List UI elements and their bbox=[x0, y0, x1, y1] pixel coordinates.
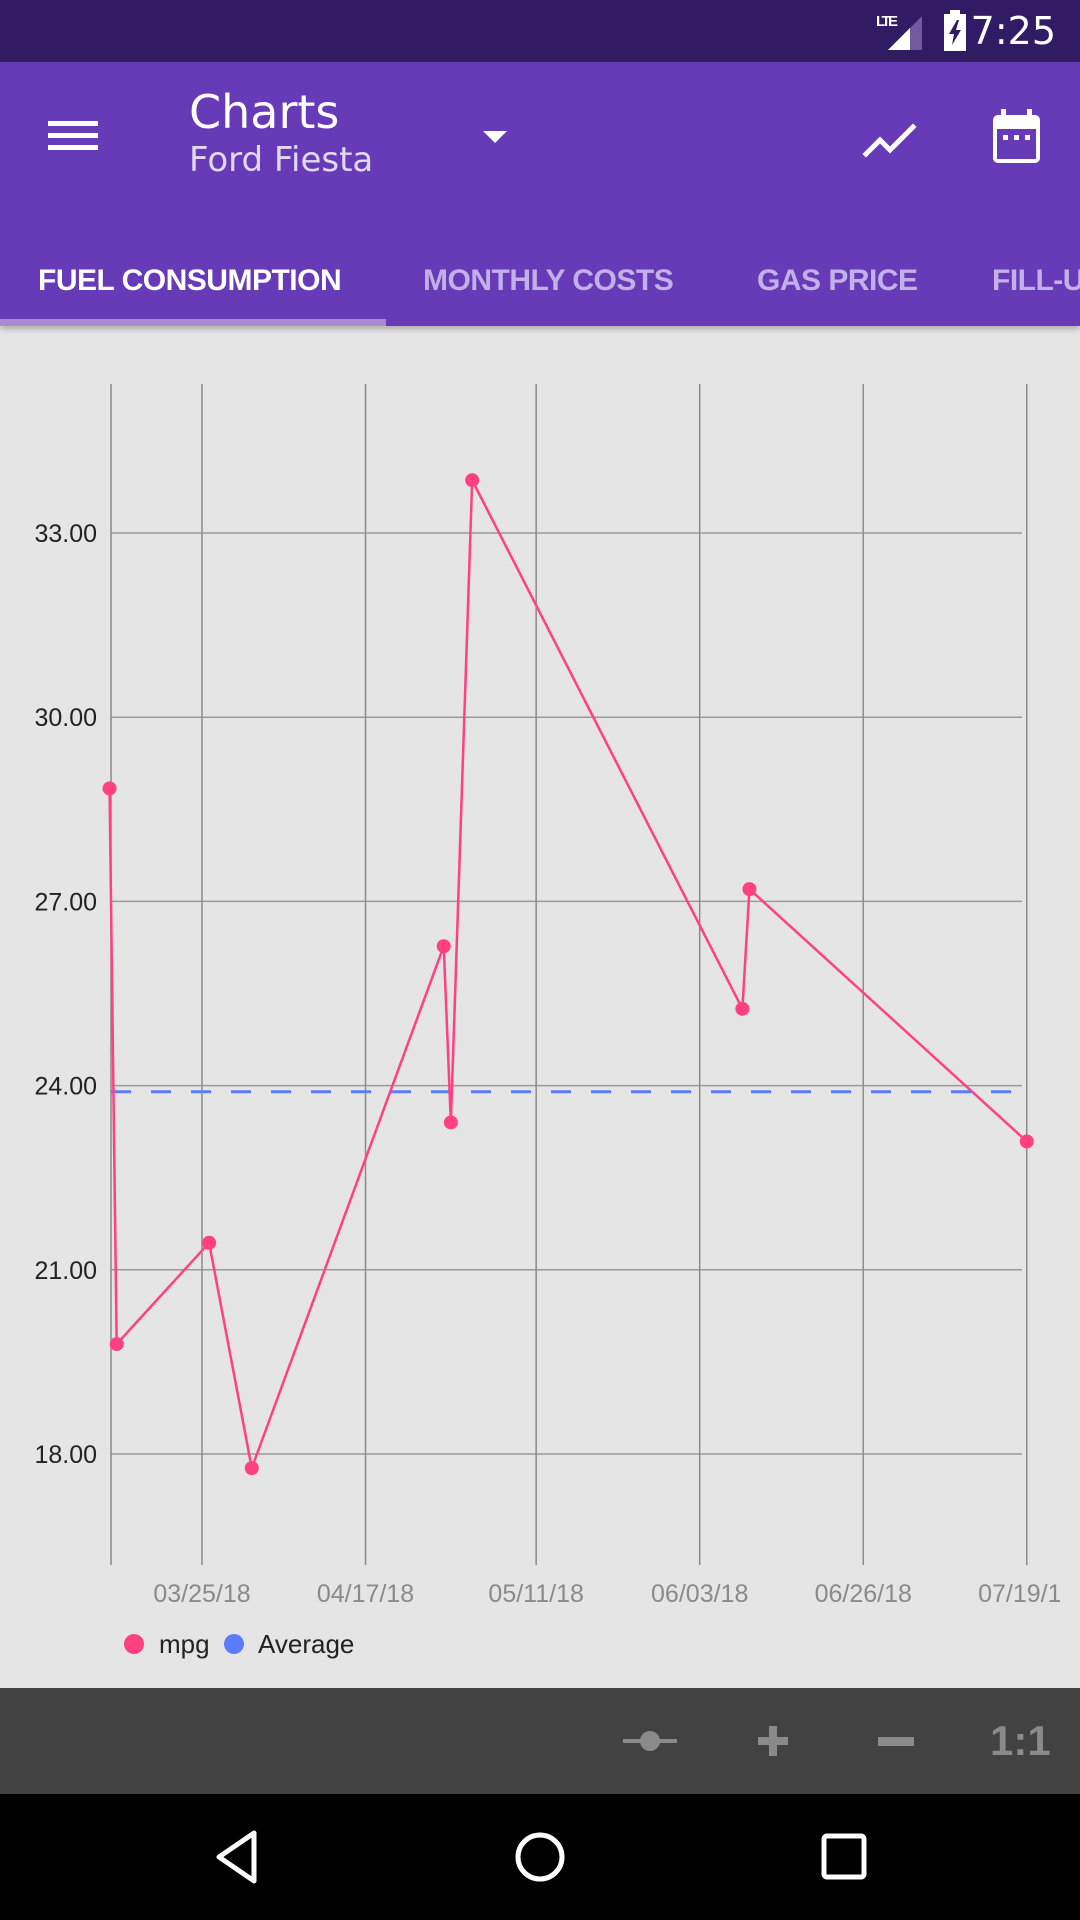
y-tick-label: 24.00 bbox=[34, 1073, 97, 1101]
x-tick-label: 06/26/18 bbox=[815, 1580, 912, 1608]
menu-button[interactable] bbox=[32, 102, 114, 168]
zoom-toolbar: 1:1 bbox=[0, 1688, 1080, 1794]
y-tick-label: 21.00 bbox=[34, 1257, 97, 1285]
tab-fill-ups[interactable]: FILL-U bbox=[992, 236, 1080, 326]
network-type-label: LTE bbox=[876, 13, 898, 30]
mpg-data-point bbox=[735, 1001, 750, 1016]
mpg-data-point bbox=[436, 939, 451, 954]
legend-average-label: Average bbox=[258, 1629, 354, 1659]
reset-zoom-button[interactable]: 1:1 bbox=[990, 1712, 1051, 1770]
home-button[interactable] bbox=[500, 1822, 580, 1892]
mpg-series-group bbox=[102, 473, 1034, 1476]
status-bar: LTE 7:25 bbox=[0, 0, 1080, 62]
mpg-data-point bbox=[465, 473, 480, 488]
mpg-data-point bbox=[244, 1461, 259, 1476]
mpg-segment bbox=[207, 1242, 253, 1469]
mpg-data-point bbox=[443, 1115, 458, 1130]
tab-fuel-consumption[interactable]: FUEL CONSUMPTION bbox=[38, 236, 342, 326]
chart-type-button[interactable] bbox=[850, 102, 930, 174]
mpg-segment bbox=[449, 480, 474, 1123]
zoom-in-icon bbox=[758, 1726, 788, 1756]
chart-svg[interactable]: 18.0021.0024.0027.0030.0033.00 03/25/18 0… bbox=[0, 326, 1080, 1688]
lte-signal-icon: LTE bbox=[876, 13, 922, 50]
x-axis-labels: 03/25/18 04/17/18 05/11/18 06/03/18 06/26/18… bbox=[153, 1580, 1075, 1608]
navigation-bar bbox=[0, 1794, 1080, 1920]
zoom-out-button[interactable] bbox=[861, 1708, 931, 1774]
x-tick-label: 06/03/18 bbox=[651, 1580, 748, 1608]
mpg-segment bbox=[250, 945, 445, 1469]
vehicle-dropdown-button[interactable] bbox=[470, 112, 520, 160]
mpg-data-point bbox=[102, 781, 117, 796]
mpg-data-point bbox=[109, 1337, 124, 1352]
mpg-data-point bbox=[202, 1235, 217, 1250]
y-tick-label: 30.00 bbox=[34, 704, 97, 732]
mpg-data-point bbox=[742, 882, 757, 897]
pan-button[interactable] bbox=[615, 1708, 685, 1774]
legend-average-marker bbox=[224, 1634, 244, 1654]
horizontal-gridlines bbox=[111, 532, 1022, 1455]
vehicle-name[interactable]: Ford Fiesta bbox=[189, 138, 373, 182]
active-tab-indicator bbox=[0, 319, 386, 326]
mpg-segment bbox=[471, 479, 744, 1010]
back-button[interactable] bbox=[196, 1822, 276, 1892]
recents-icon bbox=[821, 1833, 867, 1880]
legend-mpg-label: mpg bbox=[159, 1629, 210, 1659]
zoom-in-button[interactable] bbox=[738, 1708, 808, 1774]
mpg-segment bbox=[741, 889, 751, 1009]
x-tick-label: 07/19/18 bbox=[978, 1580, 1075, 1608]
y-tick-label: 33.00 bbox=[34, 520, 97, 548]
x-tick-label: 03/25/18 bbox=[153, 1580, 250, 1608]
hamburger-menu-icon bbox=[48, 121, 98, 150]
x-tick-label: 05/11/18 bbox=[488, 1580, 583, 1608]
trending-line-icon bbox=[862, 123, 917, 158]
legend-mpg-marker bbox=[124, 1634, 144, 1654]
mpg-segment bbox=[442, 946, 453, 1123]
page-title: Charts bbox=[189, 85, 340, 139]
app-bar: Charts Ford Fiesta FUEL CONSUMPTION MONT… bbox=[0, 62, 1080, 326]
tab-gas-price[interactable]: GAS PRICE bbox=[757, 236, 918, 326]
dropdown-arrow-icon bbox=[483, 131, 507, 143]
chart-legend: mpg Average bbox=[124, 1629, 354, 1659]
zoom-out-icon bbox=[878, 1737, 914, 1746]
back-icon bbox=[216, 1830, 257, 1884]
tab-monthly-costs[interactable]: MONTHLY COSTS bbox=[423, 236, 674, 326]
y-tick-label: 18.00 bbox=[34, 1441, 97, 1469]
date-range-button[interactable] bbox=[980, 98, 1060, 178]
mpg-data-point bbox=[1019, 1134, 1034, 1149]
vertical-gridlines bbox=[110, 384, 1028, 1565]
y-axis-labels: 18.00 21.00 24.00 27.00 30.00 33.00 bbox=[34, 520, 97, 1469]
mpg-segment bbox=[115, 1241, 211, 1345]
x-tick-label: 04/17/18 bbox=[317, 1580, 414, 1608]
fuel-consumption-chart[interactable]: 18.00 21.00 24.00 27.00 30.00 33.00 03/25/18 0… bbox=[0, 326, 1080, 1688]
calendar-icon bbox=[993, 109, 1040, 163]
recents-button[interactable] bbox=[804, 1822, 884, 1892]
mpg-segment bbox=[748, 888, 1028, 1143]
pan-slider-icon bbox=[623, 1731, 677, 1751]
battery-charging-icon bbox=[944, 10, 966, 51]
home-icon bbox=[515, 1832, 565, 1882]
status-time: 7:25 bbox=[970, 9, 1056, 53]
y-tick-label: 27.00 bbox=[34, 888, 97, 916]
